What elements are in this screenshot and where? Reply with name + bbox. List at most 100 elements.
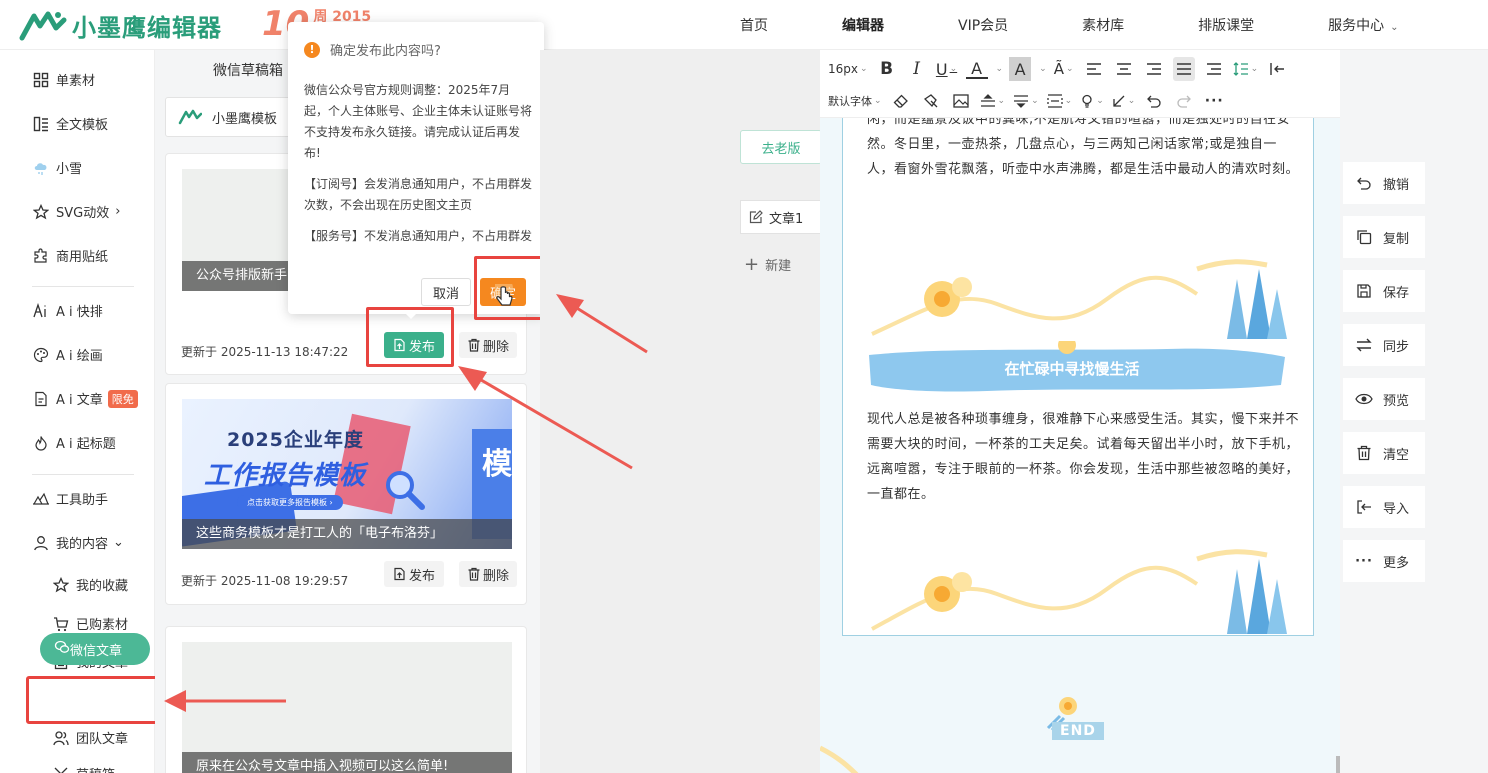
- copy-button[interactable]: 复制: [1343, 216, 1425, 258]
- eraser-icon[interactable]: [890, 89, 912, 113]
- preview-button[interactable]: 预览: [1343, 378, 1425, 420]
- team-icon: [52, 729, 70, 747]
- sidebar-item-label: 商用贴纸: [56, 250, 109, 265]
- draft-thumbnail[interactable]: 原来在公众号文章中插入视频可以这么简单!: [182, 642, 512, 773]
- underline-icon[interactable]: U ⌄: [936, 57, 958, 81]
- more-icon[interactable]: ···: [1203, 89, 1225, 113]
- delete-button[interactable]: 删除: [459, 561, 517, 587]
- sidebar-item-tools[interactable]: 工具助手: [32, 489, 108, 508]
- spacing-after-icon[interactable]: ⌄: [1013, 89, 1039, 113]
- align-justify-icon[interactable]: [1172, 57, 1195, 81]
- cancel-button[interactable]: 取消: [421, 278, 471, 306]
- editor-area: 16px ⌄ B I U ⌄ A ⌄ A ⌄ Ã ⌄ ⌄ 默认字体 ⌄ ⌄ ⌄ ⌄ ⌄ ⌄: [820, 50, 1340, 773]
- highlight-icon[interactable]: A: [1009, 57, 1032, 81]
- sidebar-item-label: 工具助手: [56, 493, 109, 508]
- font-size-select[interactable]: 16px ⌄: [828, 57, 868, 81]
- margin-icon[interactable]: ⌄: [1046, 89, 1072, 113]
- sidebar-item-full-template[interactable]: 全文模板: [32, 114, 108, 133]
- star-icon: [32, 203, 50, 221]
- undo-icon[interactable]: [1143, 89, 1165, 113]
- section-banner: 在忙碌中寻找慢生活: [867, 336, 1287, 397]
- undo-button[interactable]: 撤销: [1343, 162, 1425, 204]
- nav-service[interactable]: 服务中心 ⌄: [1328, 15, 1398, 35]
- sidebar-item-ai-title[interactable]: A i 起标题: [32, 433, 116, 452]
- puzzle-icon: [32, 247, 50, 265]
- nav-classroom[interactable]: 排版课堂: [1198, 15, 1254, 35]
- old-version-button[interactable]: 去老版: [740, 130, 822, 164]
- sidebar-item-label: 草稿箱: [76, 764, 115, 773]
- font-family-select[interactable]: 默认字体 ⌄: [828, 89, 882, 113]
- sidebar-item-label: 已购素材: [76, 618, 129, 633]
- brand-name: 小墨鹰编辑器: [72, 13, 222, 42]
- grid-icon: [32, 71, 50, 89]
- sidebar-item-team-articles[interactable]: 团队文章: [52, 728, 128, 747]
- bold-icon[interactable]: B: [876, 57, 898, 81]
- article-paragraph[interactable]: 闲，而是蕴景及饭中的冀味,不是航寿文错的喧嚣，而是独处时的自在安然。冬日里，一壶…: [867, 118, 1299, 232]
- sidebar-item-label: 我的收藏: [76, 579, 129, 594]
- draft-thumbnail[interactable]: 2025企业年度 工作报告模板 点击获取更多报告模板 › 模 这些商务模板才是打…: [182, 399, 512, 549]
- redo-icon[interactable]: [1173, 89, 1195, 113]
- brand-logo[interactable]: 小墨鹰编辑器: [18, 6, 222, 44]
- align-left-icon[interactable]: [1083, 57, 1105, 81]
- align-right-icon[interactable]: [1143, 57, 1165, 81]
- spacing-before-icon[interactable]: ⌄: [980, 89, 1005, 113]
- nav-editor[interactable]: 编辑器: [842, 15, 884, 35]
- sidebar-item-svg-effects[interactable]: SVG动效 ›: [32, 202, 120, 221]
- trash-icon: [468, 567, 480, 581]
- sidebar-item-ai-article[interactable]: A i 文章 限免: [32, 389, 138, 408]
- article-tab[interactable]: 文章1: [740, 200, 822, 234]
- sidebar-item-ai-paint[interactable]: A i 绘画: [32, 345, 103, 364]
- import-button[interactable]: 导入: [1343, 486, 1425, 528]
- sidebar-item-drafts[interactable]: 草稿箱: [52, 764, 115, 773]
- image-icon[interactable]: [950, 89, 972, 113]
- new-article-button[interactable]: + 新建: [744, 254, 791, 275]
- article-body[interactable]: 闲，而是蕴景及饭中的冀味,不是航寿文错的喧嚣，而是独处时的自在安然。冬日里，一壶…: [842, 118, 1314, 636]
- editor-canvas[interactable]: 闲，而是蕴景及饭中的冀味,不是航寿文错的喧嚣，而是独处时的自在安然。冬日里，一壶…: [820, 118, 1340, 773]
- italic-icon[interactable]: I: [906, 57, 928, 81]
- chevron-right-icon: ›: [115, 204, 121, 219]
- font-color-icon[interactable]: A: [965, 59, 988, 79]
- exit-format-icon[interactable]: [1266, 57, 1288, 81]
- format-painter-icon[interactable]: [920, 89, 942, 113]
- end-label: END: [1052, 722, 1104, 740]
- main-nav: 首页 编辑器 VIP会员 素材库 排版课堂 服务中心 ⌄: [700, 0, 1433, 50]
- sidebar-item-ai-layout[interactable]: A i 快排: [32, 301, 103, 320]
- rotate-icon[interactable]: ⌄: [1112, 89, 1135, 113]
- bulb-icon[interactable]: ⌄: [1080, 89, 1104, 113]
- delete-button[interactable]: 删除: [459, 332, 517, 358]
- nav-home[interactable]: 首页: [740, 15, 768, 35]
- nav-vip[interactable]: VIP会员: [958, 15, 1008, 35]
- sidebar-item-snow[interactable]: 小雪: [32, 158, 82, 177]
- toolbar-row-1: 16px ⌄ B I U ⌄ A ⌄ A ⌄ Ã ⌄ ⌄: [828, 54, 1296, 84]
- drafts-title: 微信草稿箱: [213, 63, 283, 79]
- more-icon: ···: [1355, 553, 1373, 569]
- sidebar-item-my-content[interactable]: 我的内容 ⌄: [32, 533, 124, 552]
- publish-icon: [394, 567, 405, 581]
- draft-date: 更新于 2025-11-08 19:29:57: [181, 574, 349, 588]
- free-badge: 限免: [107, 389, 138, 408]
- copy-icon: [1355, 229, 1373, 245]
- clear-button[interactable]: 清空: [1343, 432, 1425, 474]
- editor-scrollbar[interactable]: [1336, 756, 1340, 773]
- more-button[interactable]: ··· 更多: [1343, 540, 1425, 582]
- text-effect-icon[interactable]: Ã ⌄: [1053, 57, 1075, 81]
- thumb-side-text: 模: [482, 447, 512, 482]
- line-height-icon[interactable]: ⌄: [1233, 57, 1258, 81]
- sidebar-item-stickers[interactable]: 商用贴纸: [32, 246, 108, 265]
- sidebar-item-wechat-articles[interactable]: 微信文章: [40, 633, 150, 665]
- new-article-label: 新建: [765, 259, 792, 274]
- article-paragraph[interactable]: 现代人总是被各种琐事缠身，很难静下心来感受生活。其实，慢下来并不需要大块的时间，…: [867, 407, 1299, 512]
- sidebar-item-purchased[interactable]: 已购素材: [52, 614, 128, 633]
- sidebar-item-label: A i 文章: [56, 393, 103, 408]
- publish-button[interactable]: 发布: [384, 561, 444, 587]
- fire-icon: [32, 434, 50, 452]
- indent-icon[interactable]: [1203, 57, 1225, 81]
- nav-materials[interactable]: 素材库: [1082, 15, 1124, 35]
- thumb-title-1: 2025企业年度: [227, 429, 364, 451]
- align-center-icon[interactable]: [1113, 57, 1135, 81]
- sidebar-item-favorites[interactable]: 我的收藏: [52, 575, 128, 594]
- popover-header: ! 确定发布此内容吗?: [304, 40, 441, 59]
- sidebar-item-single-material[interactable]: 单素材: [32, 70, 95, 89]
- sync-button[interactable]: 同步: [1343, 324, 1425, 366]
- save-button[interactable]: 保存: [1343, 270, 1425, 312]
